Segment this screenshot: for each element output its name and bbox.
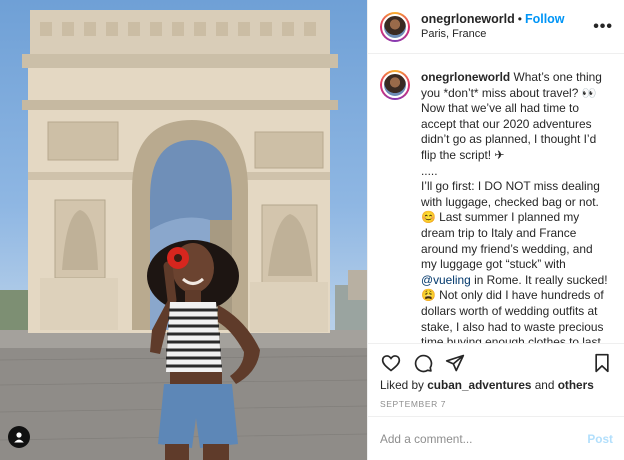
arc-de-triomphe-photo [0, 10, 367, 460]
bookmark-icon [595, 353, 609, 372]
caption-body: What’s one thing you *don’t* miss about … [421, 70, 602, 272]
mention-link[interactable]: @vueling [421, 273, 471, 287]
save-button[interactable] [591, 352, 613, 374]
post-side-panel: onegrloneworld • Follow Paris, France ••• … [367, 0, 624, 460]
heart-icon [381, 354, 401, 372]
user-tag-icon [14, 432, 24, 443]
liked-by-user-link[interactable]: cuban_adventures [427, 378, 531, 392]
more-horizontal-icon[interactable]: ••• [593, 18, 613, 36]
post-comment-button[interactable]: Post [587, 432, 613, 446]
liked-by-line: Liked by cuban_adventures and others [380, 378, 594, 392]
post-photo[interactable] [0, 0, 367, 460]
action-bar [368, 343, 624, 381]
share-button[interactable] [444, 352, 466, 374]
follow-button[interactable]: Follow [525, 12, 565, 26]
liked-by-and: and [531, 378, 558, 392]
post-header: onegrloneworld • Follow Paris, France ••• [368, 0, 624, 54]
comment-button[interactable] [412, 352, 434, 374]
separator-dot: • [517, 12, 522, 26]
paper-plane-icon [445, 354, 465, 371]
liked-by-prefix: Liked by [380, 378, 428, 392]
comment-bar: Post [368, 416, 624, 460]
caption-avatar[interactable] [380, 70, 410, 100]
header-text: onegrloneworld • Follow Paris, France [421, 11, 565, 42]
caption-area: onegrloneworld What’s one thing you *don… [368, 55, 624, 343]
comment-input[interactable] [380, 431, 588, 446]
liked-by-others-link[interactable]: others [558, 378, 594, 392]
user-tag-button[interactable] [8, 426, 30, 448]
post-date[interactable]: SEPTEMBER 7 [380, 399, 446, 409]
username-link[interactable]: onegrloneworld [421, 12, 515, 26]
comment-icon [414, 354, 433, 372]
caption-text: onegrloneworld What’s one thing you *don… [421, 70, 611, 343]
avatar[interactable] [380, 11, 410, 42]
caption-username-link[interactable]: onegrloneworld [421, 70, 510, 84]
like-button[interactable] [380, 352, 402, 374]
location-link[interactable]: Paris, France [421, 27, 565, 42]
